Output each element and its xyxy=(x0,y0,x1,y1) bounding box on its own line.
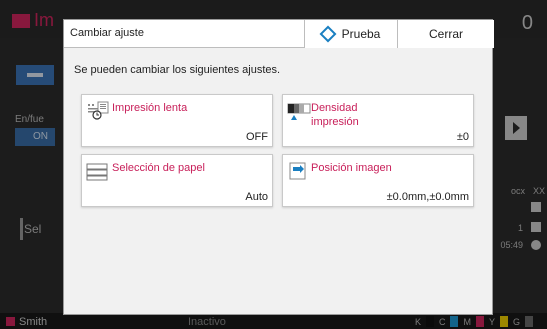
image-position-value: ±0.0mm,±0.0mm xyxy=(386,191,469,203)
paper-tray-icon xyxy=(86,163,108,181)
slow-print-card[interactable]: Impresión lenta OFF xyxy=(81,94,273,147)
print-density-value: ±0 xyxy=(456,131,469,143)
paper-selection-card[interactable]: Selección de papel Auto xyxy=(81,154,273,207)
test-button[interactable]: Prueba xyxy=(304,20,398,48)
slow-print-value: OFF xyxy=(246,131,268,143)
print-density-card[interactable]: Densidad impresión ±0 xyxy=(282,94,474,147)
close-button[interactable]: Cerrar xyxy=(398,20,494,48)
slow-print-label: Impresión lenta xyxy=(112,102,188,114)
print-density-label: Densidad impresión xyxy=(311,101,381,129)
test-button-label: Prueba xyxy=(341,27,381,41)
print-density-icon xyxy=(287,103,311,120)
dialog-header: Cambiar ajuste Prueba Cerrar xyxy=(64,20,494,48)
paper-selection-value: Auto xyxy=(245,191,268,203)
test-diamond-icon xyxy=(319,25,337,43)
paper-selection-label: Selección de papel xyxy=(112,162,205,174)
slow-print-icon xyxy=(88,101,109,120)
print-density-label-text: Densidad impresión xyxy=(311,102,359,128)
image-position-card[interactable]: Posición imagen ±0.0mm,±0.0mm xyxy=(282,154,474,207)
image-position-icon xyxy=(289,162,306,180)
image-position-label: Posición imagen xyxy=(311,162,392,174)
change-settings-dialog: Cambiar ajuste Prueba Cerrar Se pueden c… xyxy=(63,19,494,315)
dialog-description: Se pueden cambiar los siguientes ajustes… xyxy=(74,64,281,76)
close-button-label: Cerrar xyxy=(428,27,463,41)
dialog-title: Cambiar ajuste xyxy=(70,27,144,39)
